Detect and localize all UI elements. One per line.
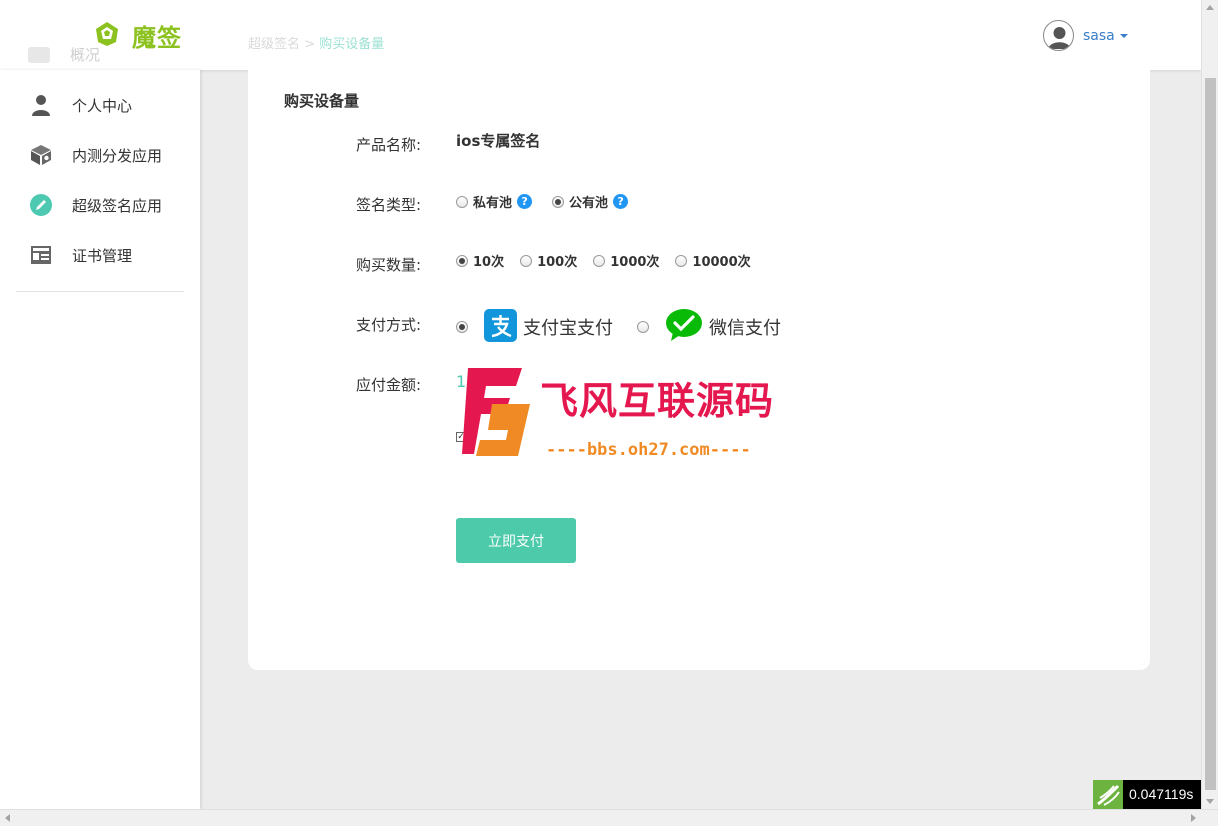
sidebar-item-overview[interactable]: 概况 <box>28 44 100 65</box>
page-timer: 0.047119s <box>1093 780 1202 809</box>
dashboard-icon <box>28 46 50 63</box>
quantity-option-10[interactable]: 10次 <box>456 251 504 270</box>
radio-quantity[interactable] <box>520 254 533 267</box>
timer-value: 0.047119s <box>1123 780 1202 809</box>
app-name: 魔签 <box>132 24 182 52</box>
payment-group: 支付宝支付 微信支付 <box>456 308 781 346</box>
sign-type-private[interactable]: 私有池 ? <box>456 192 533 211</box>
help-icon[interactable]: ? <box>517 194 533 209</box>
sidebar-divider <box>16 291 184 292</box>
certificate-icon <box>30 244 52 266</box>
radio-label: 10次 <box>473 255 505 270</box>
sidebar-item-label: 个人中心 <box>72 96 133 115</box>
payment-option-label: 支付宝支付 <box>523 318 613 339</box>
payment-wechat[interactable]: 微信支付 <box>637 308 781 346</box>
radio-alipay[interactable] <box>456 321 468 333</box>
pay-now-button[interactable]: 立即支付 <box>456 518 576 563</box>
sign-type-group: 私有池 ? 公有池 ? <box>456 192 648 211</box>
pen-icon <box>30 194 52 216</box>
scroll-up-icon[interactable] <box>1206 5 1214 10</box>
top-header: 魔签 超级签名 > 购买设备量 sasa <box>0 0 1201 70</box>
radio-quantity[interactable] <box>675 254 688 267</box>
sign-type-public[interactable]: 公有池 ? <box>552 192 629 211</box>
quantity-option-1000[interactable]: 1000次 <box>593 251 659 270</box>
radio-label: 1000次 <box>610 255 660 270</box>
sidebar-item-certificates[interactable]: 证书管理 <box>0 230 200 280</box>
quantity-group: 10次 100次 1000次 10000次 <box>456 251 771 270</box>
watermark-url: ----bbs.oh27.com---- <box>546 440 751 460</box>
payment-alipay[interactable]: 支付宝支付 <box>456 308 613 346</box>
horizontal-scrollbar[interactable] <box>0 809 1218 826</box>
wechat-icon <box>665 308 703 346</box>
vertical-scrollbar[interactable] <box>1201 0 1218 809</box>
sidebar-item-super-signature[interactable]: 超级签名应用 <box>0 180 200 230</box>
scroll-left-icon[interactable] <box>5 814 10 822</box>
chevron-down-icon <box>1119 33 1128 38</box>
radio-label: 10000次 <box>692 255 751 270</box>
avatar <box>1043 20 1074 51</box>
card-title: 购买设备量 <box>284 92 360 110</box>
sidebar-item-label: 证书管理 <box>72 246 133 265</box>
radio-label: 私有池 <box>473 196 513 211</box>
radio-quantity[interactable] <box>593 254 606 267</box>
watermark-text: 飞风互联源码 <box>540 379 775 423</box>
breadcrumb: 超级签名 > 购买设备量 <box>248 33 384 52</box>
user-icon <box>30 94 52 116</box>
breadcrumb-parent[interactable]: 超级签名 <box>248 37 300 52</box>
quantity-option-100[interactable]: 100次 <box>520 251 577 270</box>
quantity-label: 购买数量: <box>356 256 422 274</box>
watermark: 飞风互联源码 ----bbs.oh27.com---- <box>462 364 773 460</box>
sidebar-item-label: 超级签名应用 <box>72 196 163 215</box>
sidebar-item-label: 概况 <box>70 46 101 64</box>
user-name: sasa <box>1083 27 1115 44</box>
sidebar-item-profile[interactable]: 个人中心 <box>0 80 200 130</box>
amount-label: 应付金额: <box>356 376 422 394</box>
help-icon[interactable]: ? <box>613 194 629 209</box>
scroll-right-icon[interactable] <box>1191 814 1196 822</box>
package-icon <box>30 144 52 166</box>
scroll-down-icon[interactable] <box>1206 799 1214 804</box>
payment-option-label: 微信支付 <box>709 318 781 339</box>
app-logo[interactable]: 魔签 <box>94 18 182 53</box>
product-label: 产品名称: <box>356 136 422 154</box>
breadcrumb-current: 购买设备量 <box>319 37 385 52</box>
alipay-icon <box>484 308 517 346</box>
payment-label: 支付方式: <box>356 316 422 334</box>
sidebar-item-beta-distribution[interactable]: 内测分发应用 <box>0 130 200 180</box>
sidebar-item-label: 内测分发应用 <box>72 146 163 165</box>
radio-label: 100次 <box>537 255 578 270</box>
breadcrumb-separator: > <box>304 37 316 52</box>
quantity-option-10000[interactable]: 10000次 <box>675 251 751 270</box>
radio-public-pool[interactable] <box>552 195 565 208</box>
sidebar: 概况 个人中心 内测分发应用 超级签名应用 证书管理 <box>0 46 200 809</box>
sign-type-label: 签名类型: <box>356 196 422 214</box>
product-name: ios专属签名 <box>456 132 541 150</box>
scrollbar-thumb[interactable] <box>1205 78 1216 790</box>
radio-wechat[interactable] <box>637 321 649 333</box>
user-menu[interactable]: sasa <box>1043 20 1128 51</box>
radio-quantity[interactable] <box>456 254 468 267</box>
timer-logo-icon <box>1093 780 1123 809</box>
radio-label: 公有池 <box>569 196 609 211</box>
sidebar-nav: 个人中心 内测分发应用 超级签名应用 证书管理 <box>0 80 200 280</box>
radio-private-pool[interactable] <box>456 195 468 208</box>
